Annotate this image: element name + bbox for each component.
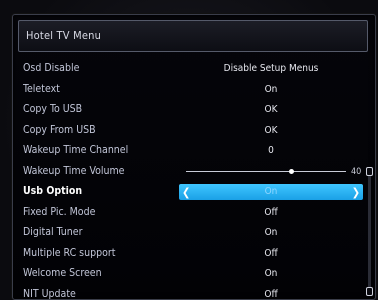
menu-item-value: Off: [264, 247, 278, 259]
scrollbar-top-cap[interactable]: [366, 167, 373, 176]
menu-item-label: Teletext: [23, 82, 60, 95]
menu-item-digital-tuner[interactable]: Digital Tuner On: [13, 223, 375, 244]
menu-item-value: Disable Setup Menus: [223, 63, 319, 74]
menu-item-value: On: [264, 268, 278, 279]
chevron-right-icon[interactable]: ❯: [352, 186, 360, 199]
scrollbar-bottom-cap[interactable]: [366, 287, 373, 296]
menu-item-value: OK: [264, 104, 278, 115]
menu-item-copy-from-usb[interactable]: Copy From USB OK: [13, 121, 375, 142]
menu-item-usb-option[interactable]: Usb Option ❮ On ❯: [13, 182, 375, 203]
menu-item-value: Off: [264, 288, 278, 300]
scrollbar-track[interactable]: [368, 171, 371, 289]
menu-item-value: 0: [268, 145, 274, 156]
menu-item-fixed-pic-mode[interactable]: Fixed Pic. Mode Off: [13, 203, 375, 224]
menu-item-welcome-screen[interactable]: Welcome Screen On: [13, 264, 375, 285]
menu-item-multiple-rc-support[interactable]: Multiple RC support Off: [13, 244, 375, 265]
menu-item-label: Usb Option: [23, 185, 83, 197]
menu-item-value: On: [264, 227, 278, 238]
menu-item-value: On: [264, 186, 278, 197]
menu-item-label: Welcome Screen: [23, 267, 102, 279]
selected-value-box[interactable]: ❮ On ❯: [179, 184, 363, 200]
menu-item-wakeup-time-channel[interactable]: Wakeup Time Channel 0: [13, 141, 375, 162]
menu-item-label: Digital Tuner: [23, 226, 83, 238]
menu-item-label: Multiple RC support: [23, 246, 116, 259]
menu-item-wakeup-time-volume[interactable]: Wakeup Time Volume 40: [13, 162, 375, 183]
menu-item-label: Osd Disable: [23, 62, 80, 74]
menu-item-label: Copy From USB: [23, 123, 96, 136]
menu-item-label: Wakeup Time Volume: [23, 164, 125, 177]
menu-list: Osd Disable Disable Setup Menus Teletext…: [13, 59, 375, 300]
menu-item-teletext[interactable]: Teletext On: [13, 80, 375, 101]
menu-item-label: NIT Update: [23, 287, 76, 300]
slider-value: 40: [351, 166, 362, 177]
menu-header: Hotel TV Menu: [18, 20, 368, 52]
menu-item-nit-update[interactable]: NIT Update Off: [13, 285, 375, 300]
menu-item-value: OK: [264, 124, 278, 136]
menu-title: Hotel TV Menu: [26, 29, 102, 42]
menu-item-label: Wakeup Time Channel: [23, 144, 129, 156]
volume-slider[interactable]: [186, 168, 346, 174]
slider-knob[interactable]: [289, 168, 295, 174]
menu-item-label: Copy To USB: [23, 103, 83, 115]
menu-item-label: Fixed Pic. Mode: [23, 205, 96, 218]
menu-item-value: Off: [264, 206, 278, 218]
hotel-tv-menu-panel: Hotel TV Menu Osd Disable Disable Setup …: [12, 14, 376, 300]
menu-item-copy-to-usb[interactable]: Copy To USB OK: [13, 100, 375, 121]
menu-item-osd-disable[interactable]: Osd Disable Disable Setup Menus: [13, 59, 375, 80]
menu-item-value: On: [264, 83, 278, 95]
